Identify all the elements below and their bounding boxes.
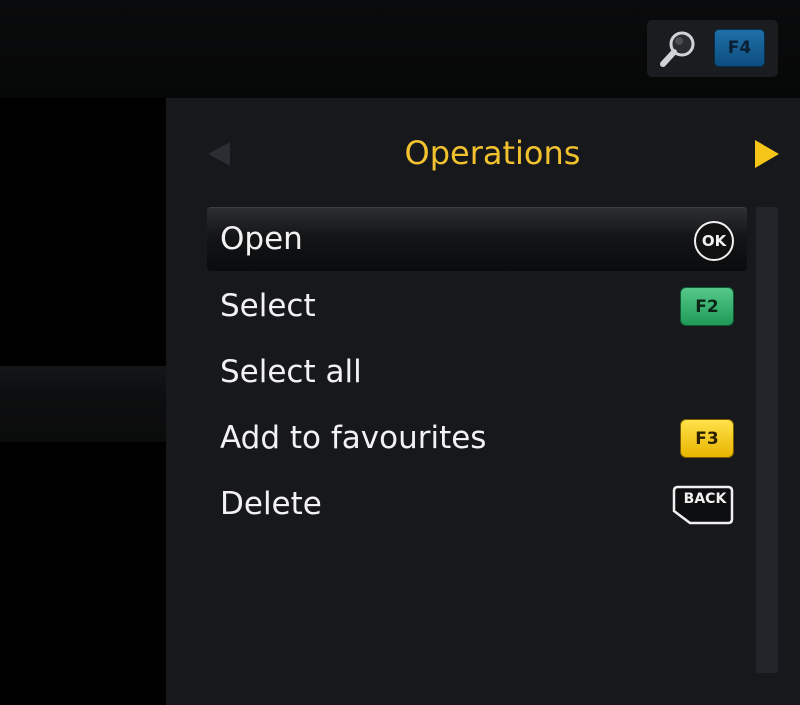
- menu-item-label: Add to favourites: [220, 420, 487, 456]
- menu-item-select[interactable]: Select F2: [207, 274, 747, 338]
- triangle-left-icon[interactable]: [208, 142, 230, 166]
- menu-item-add-to-favourites[interactable]: Add to favourites F3: [207, 406, 747, 470]
- back-key-icon: BACK: [670, 484, 734, 526]
- screen: F4 Operations Open OK Select F2 Select a…: [0, 0, 800, 705]
- scrollbar[interactable]: [756, 207, 778, 673]
- menu-item-label: Select all: [220, 354, 362, 390]
- back-key-label: BACK: [683, 491, 727, 507]
- background-band: [0, 366, 166, 442]
- operations-menu: Open OK Select F2 Select all Add to favo…: [207, 207, 747, 537]
- f2-key-badge: F2: [680, 287, 734, 326]
- menu-item-label: Open: [220, 221, 303, 257]
- menu-item-label: Delete: [220, 486, 322, 522]
- menu-item-select-all[interactable]: Select all: [207, 340, 747, 404]
- ok-key-icon: OK: [694, 221, 734, 261]
- menu-item-delete[interactable]: Delete BACK: [207, 472, 747, 536]
- f4-key-badge: F4: [714, 29, 765, 67]
- triangle-right-icon[interactable]: [755, 140, 779, 168]
- menu-item-label: Select: [220, 288, 316, 324]
- f3-key-badge: F3: [680, 419, 734, 458]
- magnifier-icon[interactable]: [656, 28, 700, 72]
- menu-item-open[interactable]: Open OK: [207, 207, 747, 271]
- panel-title: Operations: [404, 134, 581, 172]
